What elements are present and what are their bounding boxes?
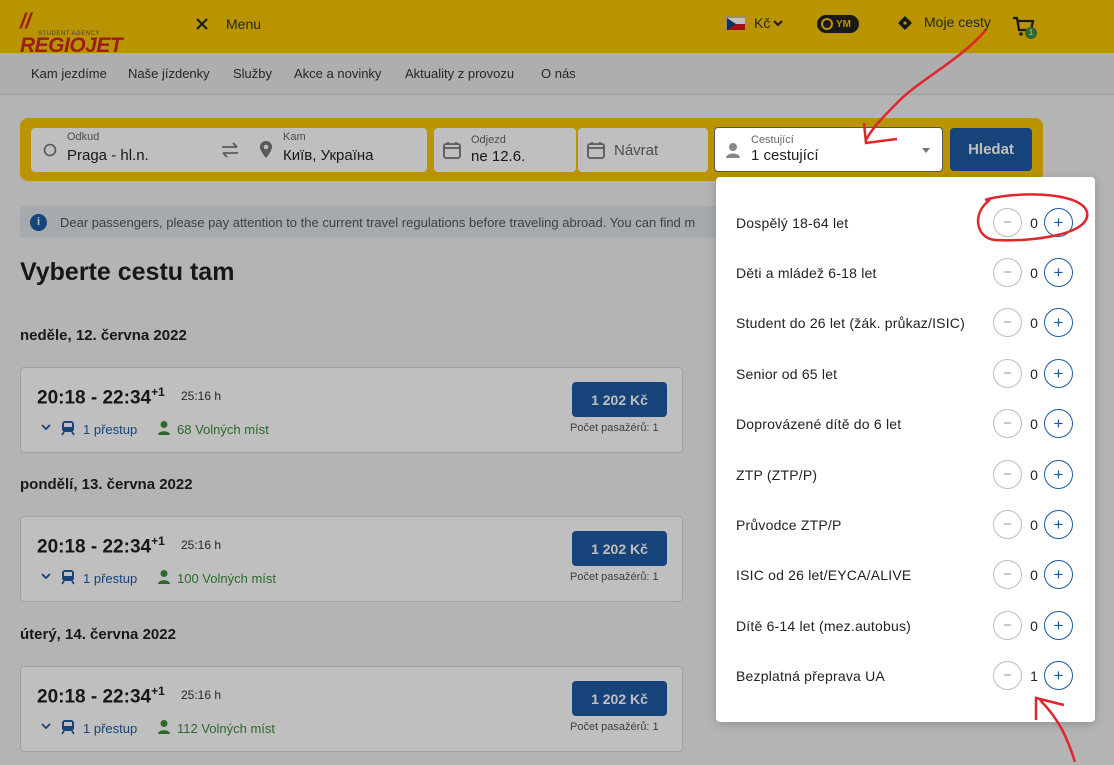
passenger-count: 0 bbox=[1030, 517, 1038, 533]
passenger-type-label: Senior od 65 let bbox=[736, 366, 838, 382]
decrement-button[interactable]: − bbox=[993, 258, 1022, 287]
increment-button[interactable]: + bbox=[1044, 611, 1073, 640]
passenger-type-label: ZTP (ZTP/P) bbox=[736, 467, 818, 483]
increment-button[interactable]: + bbox=[1044, 258, 1073, 287]
passengers-value: 1 cestující bbox=[751, 147, 819, 164]
passenger-count: 0 bbox=[1030, 618, 1038, 634]
increment-button[interactable]: + bbox=[1044, 510, 1073, 539]
decrement-button[interactable]: − bbox=[993, 611, 1022, 640]
passenger-count: 0 bbox=[1030, 265, 1038, 281]
passenger-row: ISIC od 26 let/EYCA/ALIVE − 0 + bbox=[716, 550, 1095, 600]
passenger-row: Průvodce ZTP/P − 0 + bbox=[716, 500, 1095, 550]
decrement-button[interactable]: − bbox=[993, 359, 1022, 388]
passenger-type-label: Dospělý 18-64 let bbox=[736, 215, 849, 231]
decrement-button[interactable]: − bbox=[993, 208, 1022, 237]
increment-button[interactable]: + bbox=[1044, 560, 1073, 589]
increment-button[interactable]: + bbox=[1044, 308, 1073, 337]
increment-button[interactable]: + bbox=[1044, 208, 1073, 237]
increment-button[interactable]: + bbox=[1044, 359, 1073, 388]
passenger-row: Doprovázené dítě do 6 let − 0 + bbox=[716, 399, 1095, 449]
passenger-row: Student do 26 let (žák. průkaz/ISIC) − 0… bbox=[716, 298, 1095, 348]
decrement-button[interactable]: − bbox=[993, 308, 1022, 337]
passenger-count: 0 bbox=[1030, 467, 1038, 483]
passenger-type-label: Dítě 6-14 let (mez.autobus) bbox=[736, 618, 912, 634]
decrement-button[interactable]: − bbox=[993, 661, 1022, 690]
decrement-button[interactable]: − bbox=[993, 460, 1022, 489]
passenger-row: Senior od 65 let − 0 + bbox=[716, 349, 1095, 399]
passenger-type-label: Student do 26 let (žák. průkaz/ISIC) bbox=[736, 315, 965, 331]
passenger-type-label: Děti a mládež 6-18 let bbox=[736, 265, 877, 281]
passenger-count: 1 bbox=[1030, 668, 1038, 684]
person-icon bbox=[726, 143, 740, 158]
passenger-row: Děti a mládež 6-18 let − 0 + bbox=[716, 248, 1095, 298]
passenger-type-label: ISIC od 26 let/EYCA/ALIVE bbox=[736, 567, 912, 583]
decrement-button[interactable]: − bbox=[993, 560, 1022, 589]
caret-down-icon bbox=[922, 148, 930, 153]
passenger-count: 0 bbox=[1030, 416, 1038, 432]
passengers-label: Cestující bbox=[751, 134, 794, 146]
decrement-button[interactable]: − bbox=[993, 409, 1022, 438]
increment-button[interactable]: + bbox=[1044, 409, 1073, 438]
increment-button[interactable]: + bbox=[1044, 460, 1073, 489]
increment-button[interactable]: + bbox=[1044, 661, 1073, 690]
passenger-count: 0 bbox=[1030, 567, 1038, 583]
passenger-count: 0 bbox=[1030, 366, 1038, 382]
passenger-row: Bezplatná přeprava UA − 1 + bbox=[716, 651, 1095, 701]
passenger-type-label: Bezplatná přeprava UA bbox=[736, 668, 885, 684]
passenger-row: Dítě 6-14 let (mez.autobus) − 0 + bbox=[716, 601, 1095, 651]
passenger-count: 0 bbox=[1030, 315, 1038, 331]
passenger-dropdown: Dospělý 18-64 let − 0 + Děti a mládež 6-… bbox=[716, 177, 1095, 722]
passenger-type-label: Doprovázené dítě do 6 let bbox=[736, 416, 902, 432]
decrement-button[interactable]: − bbox=[993, 510, 1022, 539]
passenger-count: 0 bbox=[1030, 215, 1038, 231]
passenger-type-label: Průvodce ZTP/P bbox=[736, 517, 842, 533]
passenger-row: ZTP (ZTP/P) − 0 + bbox=[716, 450, 1095, 500]
passengers-field[interactable]: Cestující 1 cestující bbox=[714, 127, 943, 172]
passenger-row: Dospělý 18-64 let − 0 + bbox=[716, 198, 1095, 248]
